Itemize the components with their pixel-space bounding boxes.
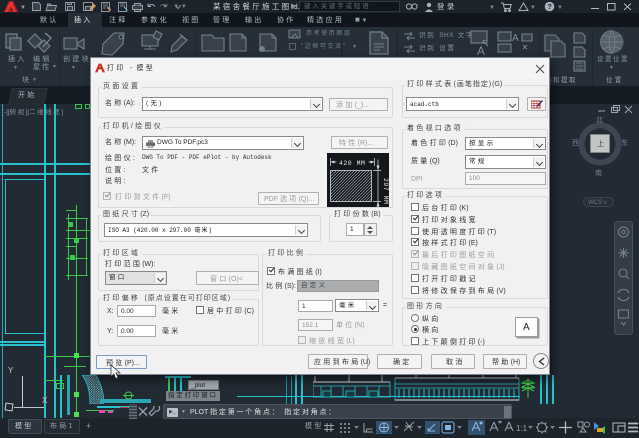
svg-text:297 MM: 297 MM: [382, 178, 389, 204]
svg-text:A: A: [477, 44, 485, 57]
svg-text:420 MM: 420 MM: [339, 160, 365, 167]
svg-text:A: A: [512, 33, 519, 44]
svg-text:1:1: 1:1: [516, 424, 528, 433]
svg-text:?: ?: [547, 2, 552, 11]
